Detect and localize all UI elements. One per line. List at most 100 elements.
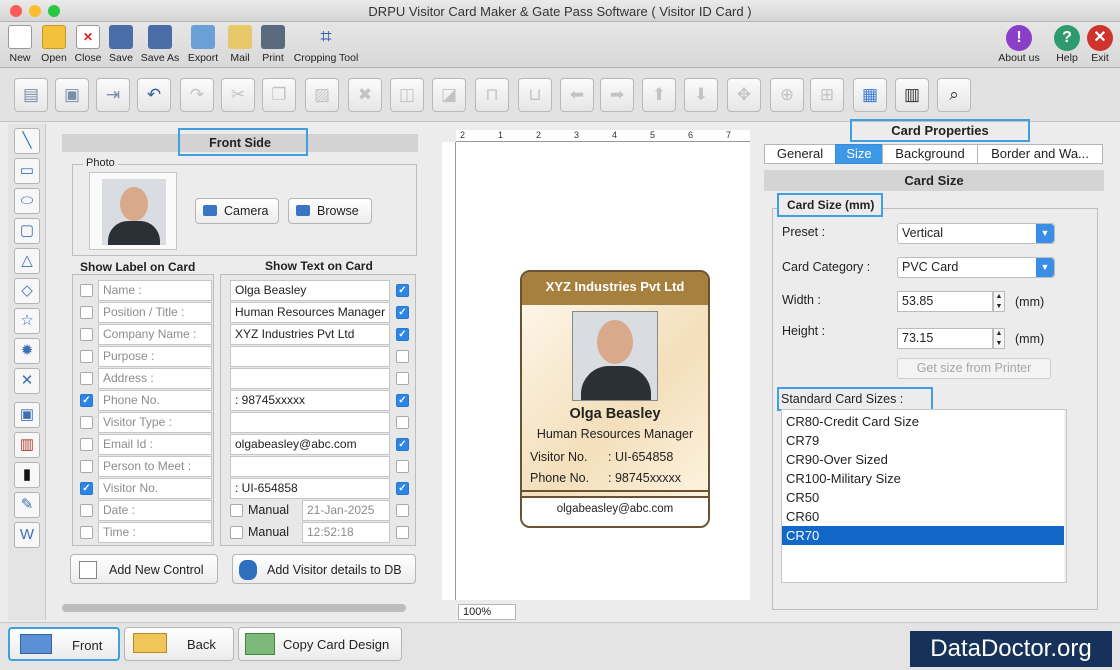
photo-frame[interactable] — [89, 172, 177, 250]
library-tool-icon[interactable]: ▥ — [14, 432, 40, 458]
card-email[interactable]: olgabeasley@abc.com — [522, 503, 708, 515]
help-button[interactable]: ? Help — [1050, 22, 1084, 68]
height-input[interactable]: 73.15 — [897, 328, 993, 349]
camera-button[interactable]: Camera — [195, 198, 279, 224]
save-button[interactable]: Save — [106, 22, 136, 68]
card-company[interactable]: XYZ Industries Pvt Ltd — [522, 272, 708, 305]
show-text-checkbox[interactable]: ✓ — [396, 306, 409, 319]
show-label-checkbox[interactable]: ✓ — [80, 482, 93, 495]
card-visitor-value[interactable]: : UI-654858 — [608, 450, 673, 464]
card-category-select[interactable]: PVC Card ▼ — [897, 257, 1055, 278]
show-text-checkbox[interactable] — [396, 460, 409, 473]
paste-icon[interactable]: ▨ — [305, 78, 339, 112]
export-button[interactable]: Export — [184, 22, 222, 68]
triangle-tool-icon[interactable]: △ — [14, 248, 40, 274]
open-button[interactable]: Open — [38, 22, 70, 68]
move-up-icon[interactable]: ⬆ — [642, 78, 676, 112]
width-stepper[interactable]: ▲ ▼ — [993, 291, 1005, 312]
move-right-icon[interactable]: ➡ — [600, 78, 634, 112]
horizontal-scrollbar[interactable] — [62, 604, 406, 612]
card-position[interactable]: Human Resources Manager — [522, 427, 708, 441]
bring-front-icon[interactable]: ◫ — [390, 78, 424, 112]
standard-size-item[interactable]: CR80-Credit Card Size — [782, 412, 1064, 431]
standard-size-item[interactable]: CR79 — [782, 431, 1064, 450]
zoom-preview-icon[interactable]: ⌕ — [937, 78, 971, 112]
move-down-icon[interactable]: ⬇ — [684, 78, 718, 112]
show-text-checkbox[interactable]: ✓ — [396, 328, 409, 341]
card-phone-label[interactable]: Phone No. — [530, 471, 589, 485]
field-text[interactable]: : 98745xxxxx — [230, 390, 390, 411]
field-text[interactable]: : UI-654858 — [230, 478, 390, 499]
show-text-checkbox[interactable] — [396, 526, 409, 539]
barcode-tool-icon[interactable]: ▮ — [14, 462, 40, 488]
field-text[interactable]: olgabeasley@abc.com — [230, 434, 390, 455]
align-vertical-icon[interactable]: ⊕ — [770, 78, 804, 112]
height-stepper[interactable]: ▲ ▼ — [993, 328, 1005, 349]
show-label-checkbox[interactable] — [80, 460, 93, 473]
export-image-icon[interactable]: ⇥ — [96, 78, 130, 112]
browse-button[interactable]: Browse — [288, 198, 372, 224]
show-text-checkbox[interactable] — [396, 372, 409, 385]
show-label-checkbox[interactable]: ✓ — [80, 394, 93, 407]
rounded-rect-tool-icon[interactable]: ▢ — [14, 218, 40, 244]
copy-icon[interactable]: ❐ — [262, 78, 296, 112]
star-tool-icon[interactable]: ☆ — [14, 308, 40, 334]
field-text[interactable]: XYZ Industries Pvt Ltd — [230, 324, 390, 345]
tab-background[interactable]: Background — [882, 144, 978, 164]
redo-icon[interactable]: ↷ — [180, 78, 214, 112]
show-text-checkbox[interactable]: ✓ — [396, 438, 409, 451]
show-label-checkbox[interactable] — [80, 416, 93, 429]
center-icon[interactable]: ✥ — [727, 78, 761, 112]
field-text[interactable] — [230, 412, 390, 433]
delete-icon[interactable]: ✖ — [348, 78, 382, 112]
about-us-button[interactable]: ! About us — [996, 22, 1042, 68]
list-scrollbar[interactable] — [1064, 410, 1066, 582]
grid-icon[interactable]: ▦ — [853, 78, 887, 112]
show-label-checkbox[interactable] — [80, 504, 93, 517]
standard-size-item[interactable]: CR90-Over Sized — [782, 450, 1064, 469]
show-label-checkbox[interactable] — [80, 526, 93, 539]
standard-size-item[interactable]: CR70 — [782, 526, 1064, 545]
get-size-from-printer-button[interactable]: Get size from Printer — [897, 358, 1051, 379]
datetime-field[interactable]: 12:52:18 — [302, 522, 390, 543]
exit-button[interactable]: ✕ Exit — [1086, 22, 1114, 68]
manual-checkbox[interactable] — [230, 526, 243, 539]
align-horizontal-icon[interactable]: ⊞ — [810, 78, 844, 112]
field-text[interactable]: Olga Beasley — [230, 280, 390, 301]
width-input[interactable]: 53.85 — [897, 291, 993, 312]
cut-icon[interactable]: ✂ — [221, 78, 255, 112]
show-text-checkbox[interactable]: ✓ — [396, 482, 409, 495]
show-label-checkbox[interactable] — [80, 306, 93, 319]
wordart-tool-icon[interactable]: W — [14, 522, 40, 548]
show-text-checkbox[interactable]: ✓ — [396, 284, 409, 297]
copy-card-design-button[interactable]: Copy Card Design — [238, 627, 402, 661]
card-phone-value[interactable]: : 98745xxxxx — [608, 471, 681, 485]
tab-size[interactable]: Size — [835, 144, 883, 164]
add-visitor-db-button[interactable]: Add Visitor details to DB — [232, 554, 416, 584]
tab-border[interactable]: Border and Wa... — [977, 144, 1103, 164]
field-label[interactable]: Email Id : — [98, 434, 212, 455]
show-label-checkbox[interactable] — [80, 328, 93, 341]
show-text-checkbox[interactable] — [396, 350, 409, 363]
mail-button[interactable]: Mail — [224, 22, 256, 68]
image-icon[interactable]: ▣ — [55, 78, 89, 112]
field-text[interactable]: Human Resources Manager — [230, 302, 390, 323]
diamond-tool-icon[interactable]: ◇ — [14, 278, 40, 304]
field-text[interactable] — [230, 456, 390, 477]
tab-general[interactable]: General — [764, 144, 836, 164]
datetime-field[interactable]: 21-Jan-2025 — [302, 500, 390, 521]
field-label[interactable]: Date : — [98, 500, 212, 521]
field-label[interactable]: Time : — [98, 522, 212, 543]
show-label-checkbox[interactable] — [80, 372, 93, 385]
show-text-checkbox[interactable] — [396, 416, 409, 429]
back-button[interactable]: Back — [124, 627, 234, 661]
move-left-icon[interactable]: ⬅ — [560, 78, 594, 112]
undo-icon[interactable]: ↶ — [137, 78, 171, 112]
film-icon[interactable]: ▥ — [895, 78, 929, 112]
show-text-checkbox[interactable]: ✓ — [396, 394, 409, 407]
properties-icon[interactable]: ▤ — [14, 78, 48, 112]
show-label-checkbox[interactable] — [80, 350, 93, 363]
field-label[interactable]: Address : — [98, 368, 212, 389]
card-name[interactable]: Olga Beasley — [522, 406, 708, 422]
field-label[interactable]: Visitor No. — [98, 478, 212, 499]
